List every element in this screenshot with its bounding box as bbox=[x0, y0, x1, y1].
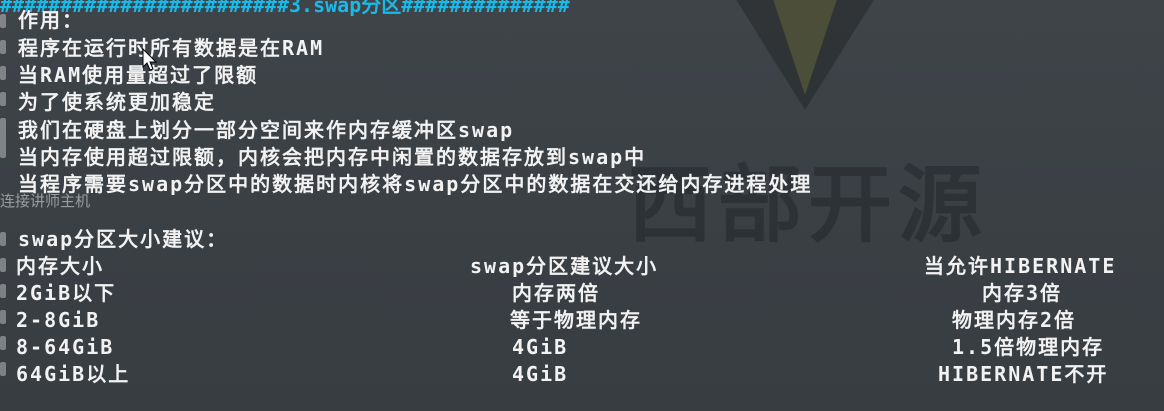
table-cell: 2-8GiB bbox=[16, 308, 101, 332]
table-cell: 内存两倍 bbox=[512, 281, 600, 305]
mouse-pointer-icon bbox=[142, 48, 158, 71]
table-cell: 内存3倍 bbox=[982, 281, 1063, 305]
gutter-mark bbox=[0, 310, 6, 324]
table-cell: 64GiB以上 bbox=[16, 362, 131, 386]
table-cell: 4GiB bbox=[512, 335, 569, 359]
gutter-mark bbox=[0, 66, 6, 80]
watermark-logo bbox=[736, 0, 874, 110]
usage-line-2: 当RAM使用量超过了限额 bbox=[18, 63, 259, 87]
usage-line-5: 当内存使用超过限额，内核会把内存中闲置的数据存放到swap中 bbox=[18, 145, 647, 169]
gutter-mark bbox=[0, 258, 6, 272]
usage-line-1: 程序在运行时所有数据是在RAM bbox=[18, 36, 325, 60]
table-cell: 等于物理内存 bbox=[510, 308, 642, 332]
gutter-mark bbox=[0, 232, 6, 246]
table-header-swap: swap分区建议大小 bbox=[470, 254, 659, 278]
table-cell: 8-64GiB bbox=[16, 335, 115, 359]
watermark-brand-text: 西部开源 bbox=[628, 156, 989, 254]
usage-line-3: 为了使系统更加稳定 bbox=[18, 90, 216, 114]
gutter-mark bbox=[0, 336, 6, 350]
usage-line-4: 我们在硬盘上划分一部分空间来作内存缓冲区swap bbox=[18, 118, 515, 142]
table-cell: 4GiB bbox=[512, 362, 569, 386]
gutter-mark bbox=[0, 92, 6, 106]
terminal-screen[interactable]: 西部开源 连接讲师主机 ########################3.sw… bbox=[0, 0, 1164, 411]
table-cell: HIBERNATE不开 bbox=[938, 362, 1109, 386]
usage-heading: 作用： bbox=[18, 8, 84, 32]
usage-line-6: 当程序需要swap分区中的数据时内核将swap分区中的数据在交还给内存进程处理 bbox=[18, 172, 813, 196]
table-cell: 物理内存2倍 bbox=[952, 308, 1077, 332]
gutter-mark bbox=[0, 14, 6, 28]
table-cell: 1.5倍物理内存 bbox=[952, 335, 1105, 359]
section-title: ########################3.swap分区########… bbox=[0, 0, 570, 17]
gutter-mark bbox=[0, 118, 6, 158]
gutter-mark bbox=[0, 40, 6, 54]
table-header-hibernate: 当允许HIBERNATE bbox=[924, 254, 1117, 278]
size-heading: swap分区大小建议： bbox=[18, 227, 229, 251]
gutter-mark bbox=[0, 284, 6, 298]
gutter-mark bbox=[0, 362, 6, 376]
table-cell: 2GiB以下 bbox=[16, 281, 117, 305]
table-header-memory: 内存大小 bbox=[16, 254, 104, 278]
